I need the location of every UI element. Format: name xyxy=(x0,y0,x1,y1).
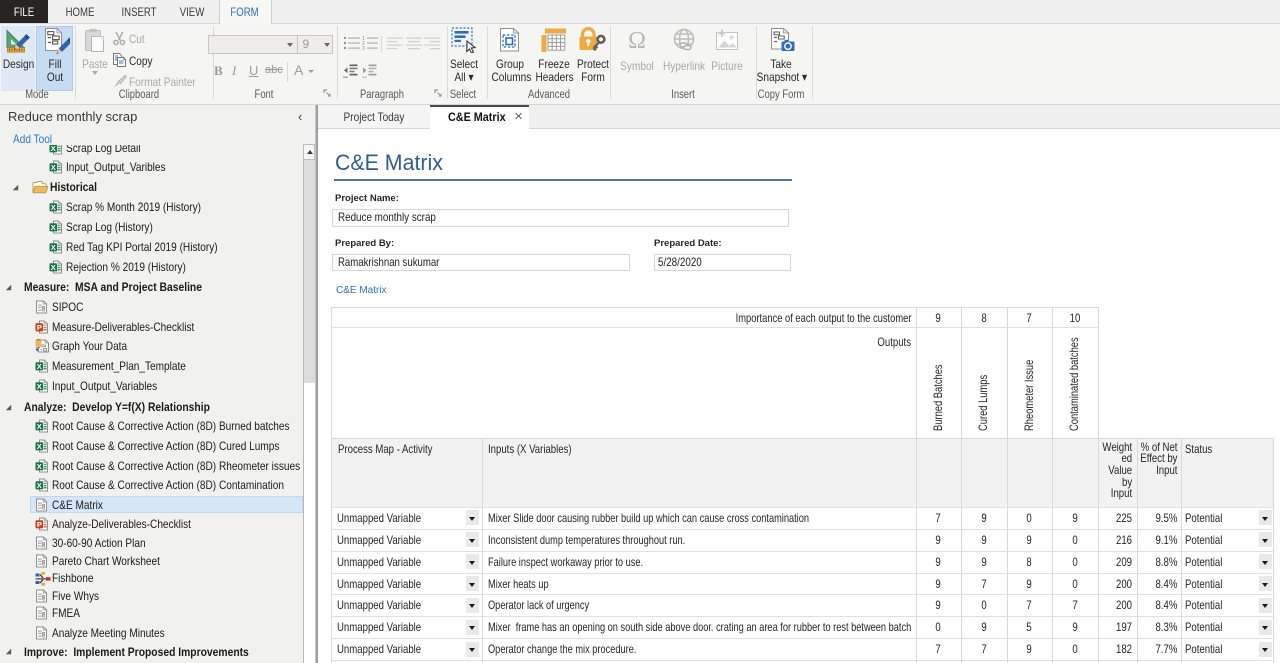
svg-text:X: X xyxy=(50,243,55,252)
svg-text:P: P xyxy=(37,322,42,331)
svg-text:P: P xyxy=(37,520,42,529)
svg-text:X: X xyxy=(37,422,42,431)
svg-text:X: X xyxy=(50,263,55,272)
svg-text:X: X xyxy=(50,203,55,212)
svg-text:Ω: Ω xyxy=(628,28,646,53)
svg-text:X: X xyxy=(37,461,42,470)
svg-text:X: X xyxy=(50,145,55,152)
svg-text:X: X xyxy=(37,382,42,391)
svg-text:3: 3 xyxy=(362,46,365,51)
svg-text:X: X xyxy=(37,442,42,451)
svg-text:X: X xyxy=(37,481,42,490)
svg-text:X: X xyxy=(37,362,42,371)
svg-text:X: X xyxy=(50,163,55,172)
svg-text:X: X xyxy=(50,223,55,232)
